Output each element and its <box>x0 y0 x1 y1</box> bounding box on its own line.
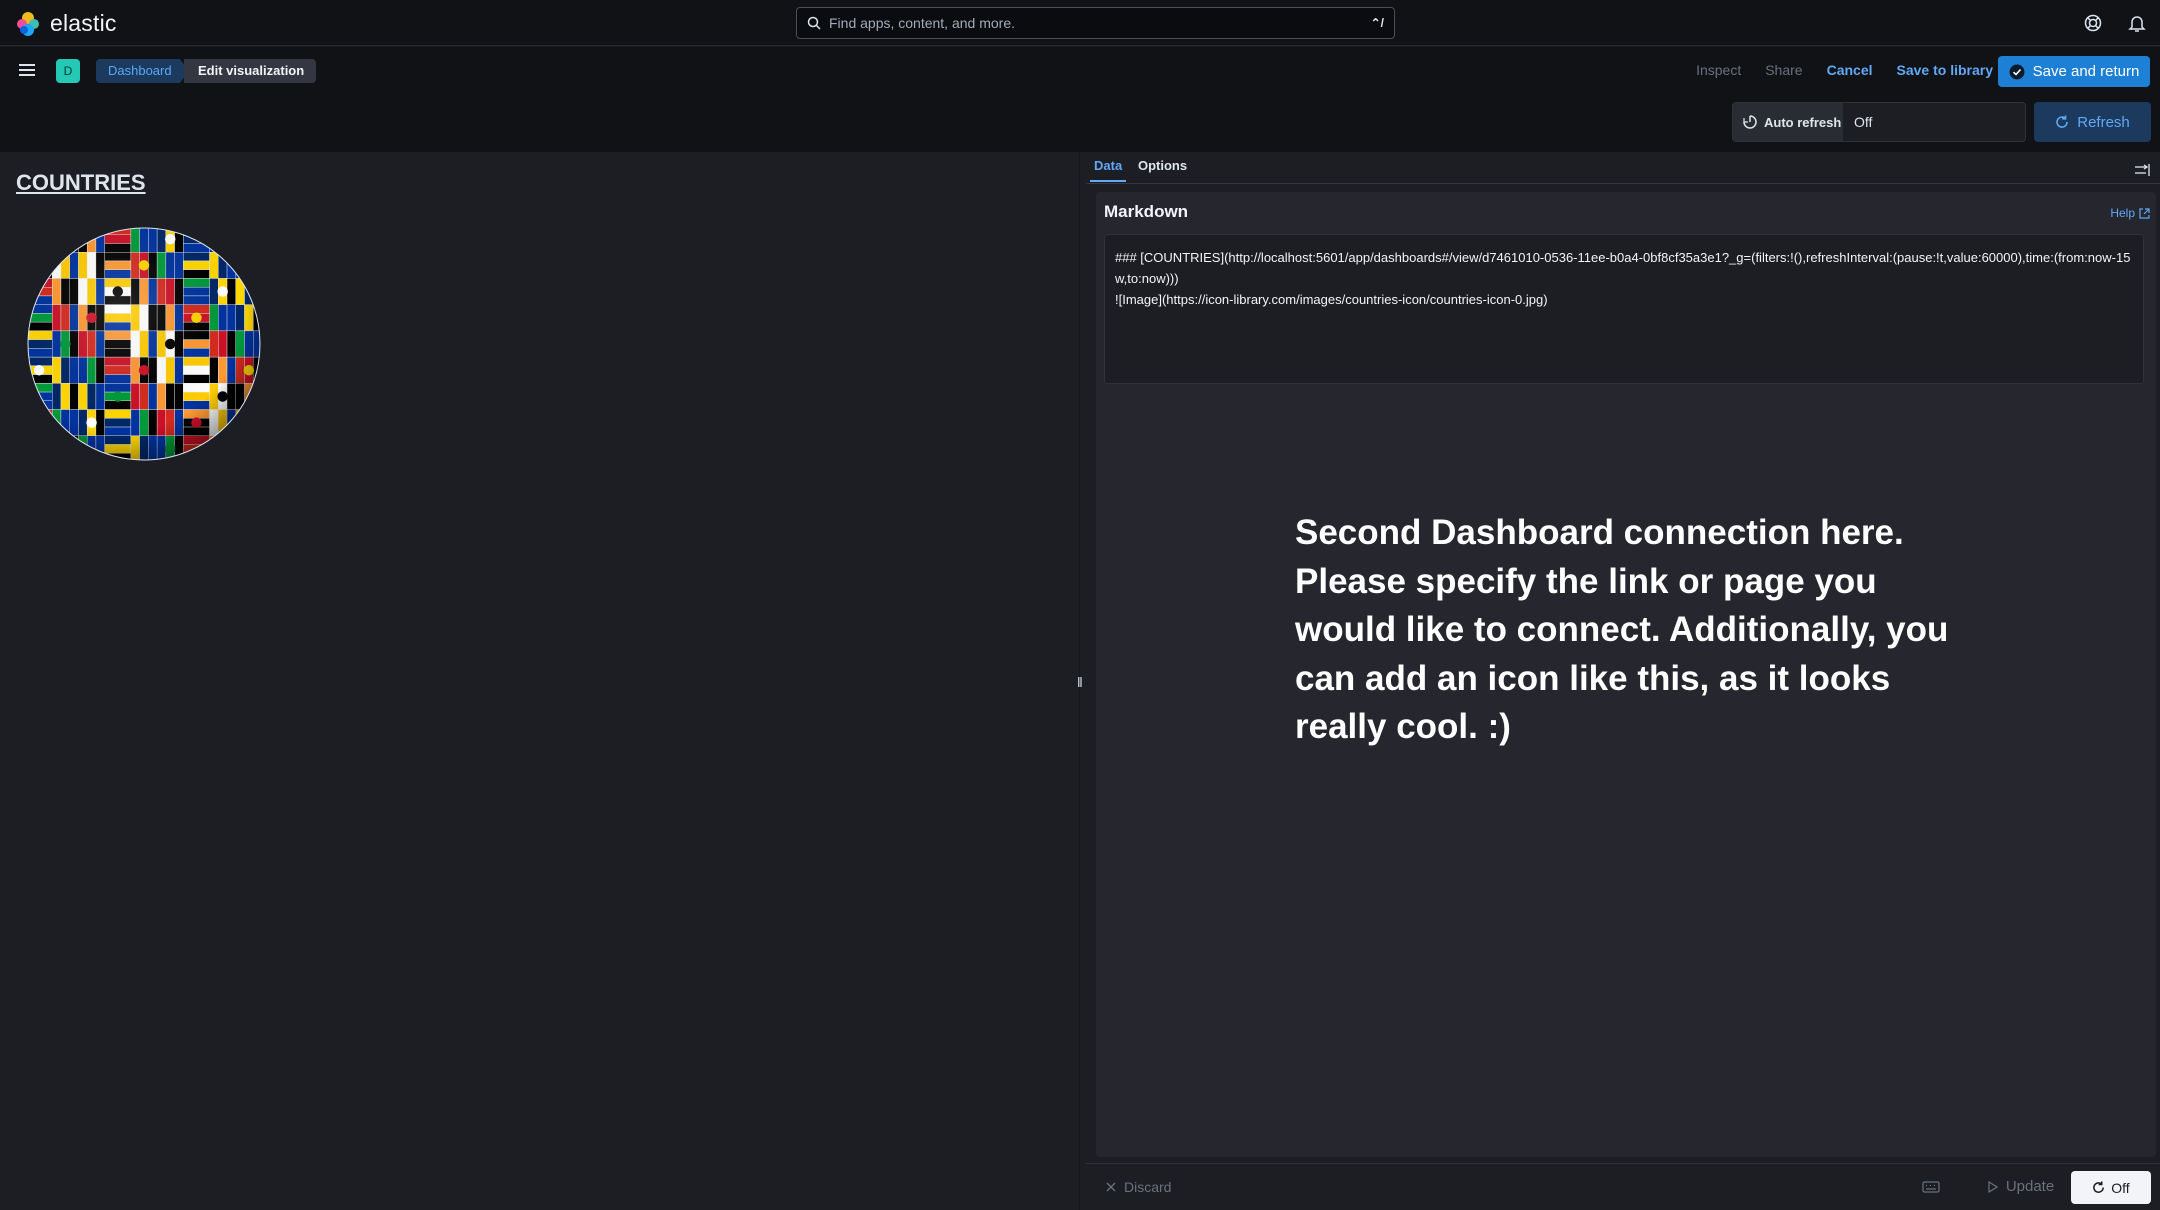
update-label: Update <box>2005 1178 2055 1195</box>
search-placeholder: Find apps, content, and more. <box>829 15 1015 31</box>
help-menu-button[interactable] <box>2082 12 2104 34</box>
news-feed-button[interactable] <box>2126 12 2148 34</box>
keyboard-icon[interactable] <box>1922 1180 1940 1194</box>
help-link-label: Help <box>2110 206 2135 220</box>
visualization-preview: COUNTRIES <box>0 152 1079 1210</box>
play-icon <box>1988 1180 1998 1193</box>
markdown-section-title: Markdown <box>1104 202 1189 221</box>
save-and-return-label: Save and return <box>2032 63 2140 80</box>
auto-refresh-toggle[interactable]: Auto refresh <box>1733 103 1843 141</box>
check-circle-icon <box>2009 64 2025 79</box>
note-line: Please specify the link or page you <box>1295 561 1877 601</box>
editor-sidebar: Data Options Markdown Help ### [COUNTRIE… <box>1086 152 2160 1210</box>
cancel-button[interactable]: Cancel <box>1827 62 1873 78</box>
search-shortcut: ⌃/ <box>1370 16 1384 30</box>
search-icon <box>807 16 821 30</box>
breadcrumb-current: Edit visualization <box>184 59 317 83</box>
markdown-textarea[interactable]: ### [COUNTRIES](http://localhost:5601/ap… <box>1104 234 2144 384</box>
resize-handle[interactable]: ‖ <box>1077 674 1083 690</box>
editor-footer: Discard Update Off <box>1086 1163 2160 1210</box>
auto-apply-label: Off <box>2111 1179 2130 1196</box>
auto-apply-toggle[interactable]: Off <box>2071 1171 2151 1204</box>
countries-link[interactable]: COUNTRIES <box>16 170 146 196</box>
breadcrumb-dashboard[interactable]: Dashboard <box>96 59 190 83</box>
close-icon <box>1106 1182 1116 1192</box>
note-line: really cool. :) <box>1295 707 1511 746</box>
query-controls: Auto refresh Off Refresh <box>0 94 2160 152</box>
nav-menu-button[interactable] <box>16 59 38 81</box>
share-button[interactable]: Share <box>1765 62 1802 78</box>
refresh-timer-icon <box>1743 115 1757 129</box>
note-line: would like to connect. Additionally, you <box>1295 610 1949 649</box>
refresh-label: Refresh <box>2077 113 2130 131</box>
help-lifebuoy-icon <box>2084 14 2102 32</box>
collapse-sidebar-icon[interactable] <box>2134 163 2150 177</box>
auto-refresh-control[interactable]: Auto refresh Off <box>1732 102 2026 142</box>
refresh-button[interactable]: Refresh <box>2034 102 2151 142</box>
elastic-logo[interactable]: elastic <box>15 10 117 37</box>
markdown-line: ### [COUNTRIES](http://localhost:5601/ap… <box>1115 250 2131 286</box>
elastic-logo-icon <box>17 11 39 36</box>
countries-flag-globe-image <box>27 227 261 461</box>
save-to-library-button[interactable]: Save to library <box>1897 62 1994 78</box>
global-search-input[interactable]: Find apps, content, and more. ⌃/ <box>796 7 1395 39</box>
brand-name: elastic <box>50 10 117 36</box>
external-link-icon <box>2139 207 2150 219</box>
note-line: can add an icon like this, as it looks <box>1295 658 1891 698</box>
space-avatar[interactable]: D <box>56 59 80 83</box>
refresh-icon <box>2093 1181 2105 1193</box>
help-link[interactable]: Help <box>2110 206 2150 220</box>
editor-tabs: Data Options <box>1086 152 2160 184</box>
save-and-return-button[interactable]: Save and return <box>1998 56 2150 87</box>
auto-refresh-label: Auto refresh <box>1764 114 1842 130</box>
update-button[interactable]: Update <box>1966 1169 2076 1204</box>
annotation-note: Second Dashboard connection here. Please… <box>1295 509 2015 749</box>
note-line: Second Dashboard connection here. <box>1295 513 1904 552</box>
global-header: elastic Find apps, content, and more. ⌃/ <box>0 0 2160 46</box>
tab-data[interactable]: Data <box>1090 158 1127 182</box>
discard-button[interactable]: Discard <box>1106 1179 1171 1195</box>
markdown-line: ![Image](https://icon-library.com/images… <box>1115 292 1548 307</box>
newsfeed-bell-icon <box>2128 16 2146 32</box>
refresh-icon <box>2056 115 2069 128</box>
discard-label: Discard <box>1124 1179 1172 1195</box>
tab-options[interactable]: Options <box>1134 158 1191 180</box>
auto-refresh-value[interactable]: Off <box>1854 114 1872 130</box>
app-header: D Dashboard Edit visualization Inspect S… <box>0 47 2160 94</box>
inspect-button[interactable]: Inspect <box>1696 62 1741 78</box>
markdown-editor-card: Markdown Help ### [COUNTRIES](http://loc… <box>1096 192 2156 1157</box>
hamburger-menu-icon <box>19 64 35 76</box>
